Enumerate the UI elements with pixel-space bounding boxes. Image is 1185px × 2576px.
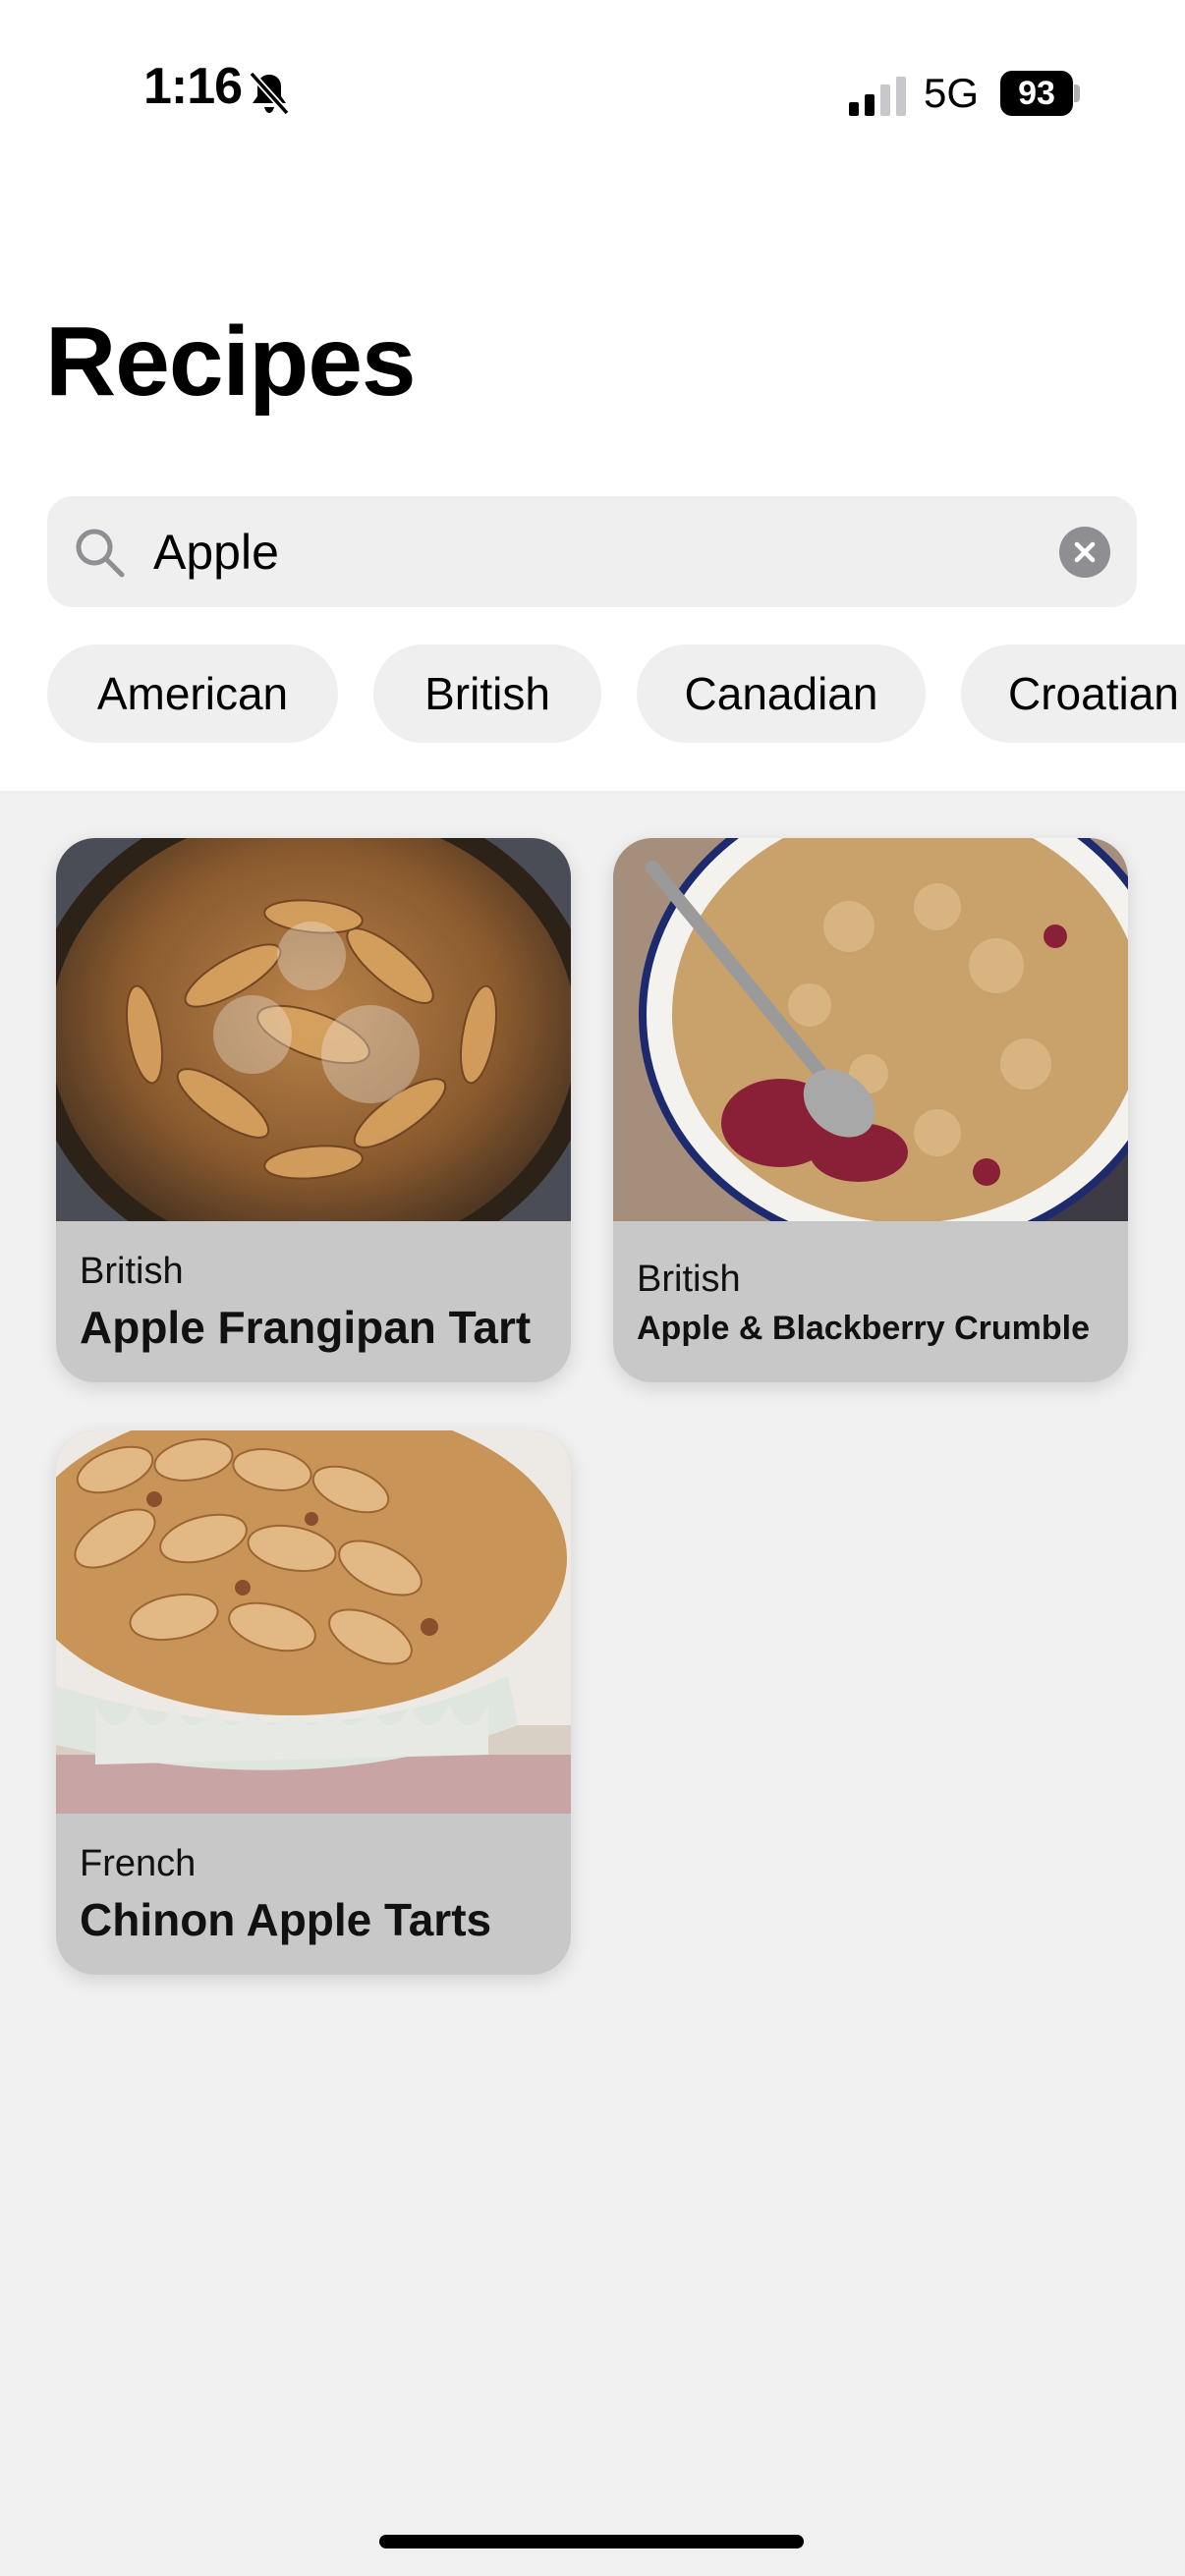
status-time: 1:16 — [143, 58, 243, 115]
home-indicator[interactable] — [379, 2535, 804, 2548]
chip-croatian[interactable]: Croatian — [961, 644, 1185, 743]
status-bar: 1:16 5G 93 — [0, 0, 1185, 147]
chip-british[interactable]: British — [373, 644, 601, 743]
battery-nub — [1074, 84, 1080, 102]
network-label: 5G — [924, 70, 980, 116]
apple-tart-photo — [56, 838, 571, 1221]
clear-icon[interactable] — [1059, 527, 1110, 578]
card-cuisine: British — [637, 1259, 741, 1300]
chip-canadian[interactable]: Canadian — [637, 644, 926, 743]
card-title: Apple Frangipan Tart — [80, 1302, 532, 1353]
card-title: Chinon Apple Tarts — [80, 1894, 492, 1945]
card-cuisine: British — [80, 1251, 184, 1292]
card-cuisine: French — [80, 1843, 197, 1884]
chip-american[interactable]: American — [47, 644, 338, 743]
search-bar[interactable] — [47, 496, 1137, 607]
battery-indicator: 93 — [1000, 71, 1073, 116]
bell-slash-icon — [249, 71, 290, 116]
search-icon — [76, 529, 125, 578]
card-title: Apple & Blackberry Crumble — [637, 1310, 1091, 1347]
cellular-signal-icon — [849, 77, 906, 116]
chinon-tart-photo — [56, 1430, 571, 1814]
category-filter-bar: American British Canadian Croatian — [0, 644, 1185, 743]
recipe-card-apple-frangipan-tart[interactable]: British Apple Frangipan Tart — [56, 838, 571, 1382]
crumble-photo — [613, 838, 1128, 1221]
recipe-card-apple-blackberry-crumble[interactable]: British Apple & Blackberry Crumble — [613, 838, 1128, 1382]
screen: 1:16 5G 93 Recipes Apple American Britis… — [0, 0, 1185, 2576]
search-input[interactable] — [153, 496, 1038, 607]
page-title: Recipes — [45, 307, 417, 417]
recipe-card-chinon-apple-tarts[interactable]: French Chinon Apple Tarts — [56, 1430, 571, 1975]
header-area: 1:16 5G 93 Recipes Apple American Britis… — [0, 0, 1185, 791]
